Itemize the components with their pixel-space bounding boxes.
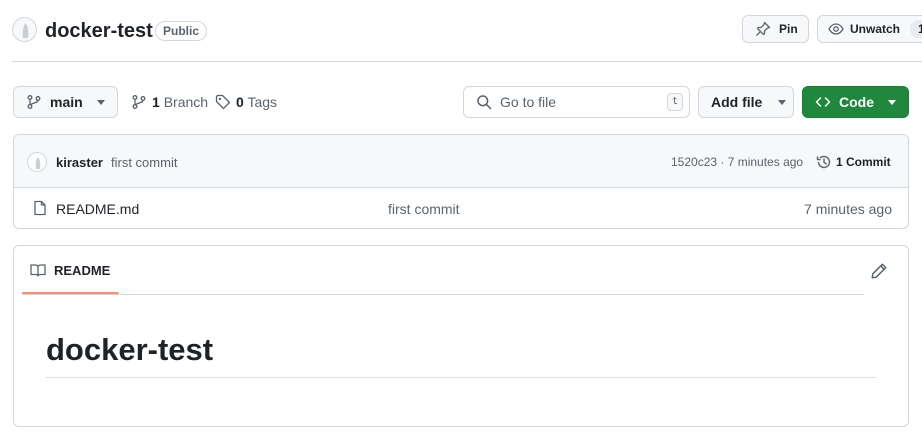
chevron-down-icon (778, 99, 787, 105)
file-icon (32, 200, 48, 216)
branch-icon (26, 94, 42, 110)
branches-link[interactable]: 1 Branch (131, 94, 208, 110)
repo-header: docker-test Public Pin Unwatch 1 (0, 0, 922, 62)
pencil-icon[interactable] (870, 262, 888, 280)
pin-label: Pin (779, 22, 798, 36)
add-file-button[interactable]: Add file (698, 86, 794, 118)
branch-label: Branch (163, 94, 209, 110)
unwatch-label: Unwatch (850, 22, 901, 36)
owner-avatar-icon[interactable] (12, 17, 37, 42)
chevron-down-icon (96, 99, 105, 105)
add-file-label: Add file (711, 94, 763, 110)
chevron-down-icon (888, 99, 896, 105)
file-commit-message[interactable]: first commit (388, 201, 460, 217)
commits-history-link[interactable]: 1 Commit (816, 154, 891, 170)
tags-link[interactable]: 0 Tags (215, 94, 277, 110)
code-label: Code (839, 94, 874, 110)
history-icon (816, 154, 832, 170)
pin-button[interactable]: Pin (742, 15, 809, 43)
commit-author[interactable]: kiraster (56, 155, 103, 170)
unwatch-button[interactable]: Unwatch 1 (817, 15, 922, 43)
pin-icon (755, 21, 771, 37)
file-name-link[interactable]: README.md (56, 201, 139, 217)
code-icon (815, 94, 831, 110)
header-divider (12, 61, 922, 62)
tag-label: Tags (247, 94, 278, 110)
search-icon (476, 94, 492, 110)
readme-tab-label: README (54, 262, 111, 278)
code-button[interactable]: Code (802, 86, 909, 118)
commit-message[interactable]: first commit (111, 155, 177, 170)
branch-count: 1 (152, 94, 160, 110)
latest-commit-bar: kiraster first commit 1520c23 · 7 minute… (14, 135, 908, 188)
repo-title[interactable]: docker-test (45, 18, 153, 44)
tag-count: 0 (236, 94, 244, 110)
file-age: 7 minutes ago (804, 201, 892, 217)
author-avatar-icon[interactable] (27, 152, 47, 172)
readme-divider (22, 294, 864, 295)
commits-label: 1 Commit (836, 155, 891, 169)
table-row[interactable]: README.md first commit 7 minutes ago (14, 188, 908, 228)
watch-count: 1 (910, 20, 922, 38)
readme-heading: docker-test (46, 332, 214, 367)
book-icon (30, 262, 46, 278)
file-table: kiraster first commit 1520c23 · 7 minute… (13, 134, 909, 229)
search-placeholder: Go to file (500, 94, 557, 110)
branch-icon (131, 94, 147, 110)
readme-panel: README docker-test (13, 245, 909, 427)
branch-name: main (50, 94, 83, 110)
keyboard-shortcut: t (667, 93, 683, 111)
heading-rule (46, 377, 876, 378)
branch-select-button[interactable]: main (13, 86, 118, 118)
tag-icon (215, 94, 231, 110)
visibility-badge: Public (155, 21, 208, 41)
commit-sha-time[interactable]: 1520c23 · 7 minutes ago (671, 155, 803, 169)
tab-readme[interactable]: README (22, 246, 119, 294)
go-to-file-input[interactable]: Go to file t (463, 86, 690, 118)
eye-icon (828, 21, 844, 37)
